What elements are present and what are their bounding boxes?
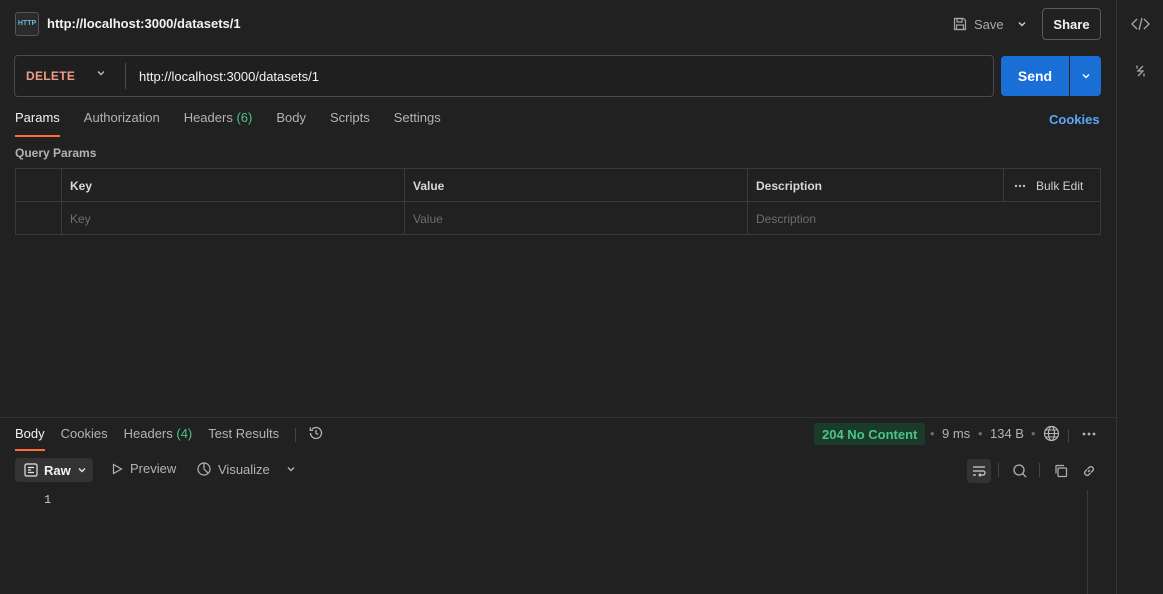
save-options-chevron-down-icon[interactable] (1012, 9, 1032, 39)
url-bar: DELETE (14, 55, 994, 97)
link-icon[interactable] (1077, 459, 1101, 483)
url-divider (125, 63, 126, 89)
column-header-description: Description (747, 169, 1003, 202)
send-options-chevron-down-icon[interactable] (1070, 56, 1101, 96)
save-button[interactable]: Save (952, 9, 1004, 39)
method-select[interactable]: DELETE (26, 69, 75, 83)
format-select[interactable]: Raw (15, 458, 93, 482)
tab-params[interactable]: Params (15, 110, 60, 137)
value-input[interactable]: Value (404, 202, 747, 235)
wrap-lines-icon[interactable] (967, 459, 991, 483)
visualize-icon (196, 461, 212, 477)
globe-icon[interactable] (1043, 425, 1060, 442)
main-panel: HTTP http://localhost:3000/datasets/1 Sa… (0, 0, 1116, 594)
visualize-button[interactable]: Visualize (196, 461, 296, 477)
response-tab-test-results[interactable]: Test Results (208, 426, 279, 450)
request-title[interactable]: http://localhost:3000/datasets/1 (47, 16, 241, 31)
column-header-value: Value (404, 169, 747, 202)
save-icon (952, 16, 968, 32)
toolbar-separator (1039, 463, 1040, 477)
play-icon (110, 462, 124, 476)
preview-button[interactable]: Preview (110, 461, 176, 476)
toolbar-separator (1068, 429, 1069, 443)
preview-label: Preview (130, 461, 177, 476)
format-label: Raw (44, 462, 71, 478)
more-options-icon (1014, 184, 1026, 188)
http-request-icon: HTTP (15, 12, 39, 36)
tab-scripts[interactable]: Scripts (330, 110, 370, 136)
raw-format-icon (24, 463, 38, 477)
share-button[interactable]: Share (1042, 8, 1101, 40)
description-input[interactable]: Description (747, 202, 1100, 235)
response-tab-headers-label: Headers (123, 426, 173, 441)
toolbar-separator (998, 463, 999, 477)
response-tabs: Body Cookies Headers (4) Test Results (15, 425, 324, 451)
response-divider[interactable] (0, 417, 1116, 418)
separator-dot: • (930, 426, 935, 441)
response-tab-cookies[interactable]: Cookies (61, 426, 108, 450)
query-params-table: Key Value Description Bulk Edit Key Valu… (15, 168, 1101, 235)
response-time[interactable]: 9 ms (942, 426, 970, 441)
request-tabs: Params Authorization Headers (6) Body Sc… (15, 110, 465, 137)
more-options-icon[interactable] (1082, 431, 1096, 437)
key-input[interactable]: Key (61, 202, 404, 235)
tab-body[interactable]: Body (276, 110, 306, 136)
tab-headers-count: (6) (236, 110, 253, 125)
tab-headers[interactable]: Headers (6) (184, 110, 253, 136)
bulk-edit-button[interactable]: Bulk Edit (1003, 169, 1100, 202)
line-number: 1 (44, 493, 52, 507)
separator-dot: • (1031, 426, 1036, 441)
response-tab-headers-count: (4) (176, 426, 193, 441)
right-sidebar (1116, 0, 1163, 594)
tab-separator (295, 428, 297, 442)
code-icon[interactable] (1117, 15, 1163, 33)
separator-dot: • (978, 426, 983, 441)
scrollbar[interactable] (1087, 490, 1101, 594)
status-badge[interactable]: 204 No Content (814, 423, 926, 445)
visualize-chevron-down-icon[interactable] (286, 464, 296, 474)
history-icon[interactable] (308, 425, 324, 441)
response-size[interactable]: 134 B (990, 426, 1024, 441)
table-header-row: Key Value Description Bulk Edit (16, 169, 1100, 202)
tab-settings[interactable]: Settings (394, 110, 441, 136)
request-header: HTTP http://localhost:3000/datasets/1 Sa… (0, 0, 1116, 48)
column-header-key: Key (61, 169, 404, 202)
copy-icon[interactable] (1049, 459, 1073, 483)
tab-headers-label: Headers (183, 110, 233, 125)
query-params-label: Query Params (15, 146, 97, 160)
format-chevron-down-icon (77, 465, 87, 475)
send-button[interactable]: Send (1001, 56, 1069, 96)
table-row: Key Value Description (16, 202, 1100, 235)
response-tab-headers[interactable]: Headers (4) (124, 426, 193, 450)
cookies-link[interactable]: Cookies (1049, 112, 1100, 127)
tab-authorization[interactable]: Authorization (84, 110, 160, 136)
save-label: Save (974, 16, 1004, 32)
bulk-edit-label: Bulk Edit (1036, 178, 1084, 193)
search-icon[interactable] (1008, 459, 1032, 483)
visualize-label: Visualize (218, 461, 270, 477)
response-tab-body[interactable]: Body (15, 426, 45, 451)
related-collections-icon[interactable] (1117, 63, 1163, 79)
method-chevron-down-icon[interactable] (95, 67, 107, 79)
url-input[interactable] (139, 67, 979, 85)
